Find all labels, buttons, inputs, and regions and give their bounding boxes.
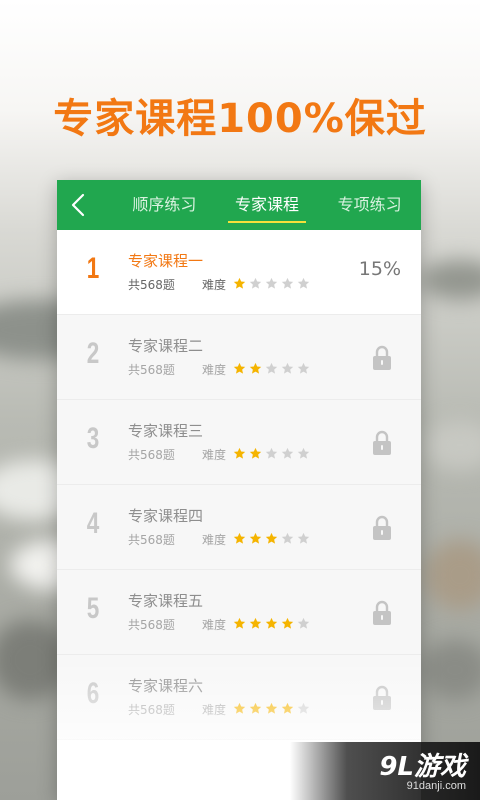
course-number: 6 xyxy=(86,677,100,710)
tab-sequential-practice[interactable]: 顺序练习 xyxy=(113,180,216,230)
star-filled-icon xyxy=(249,447,262,459)
watermark-logo: 9L游戏 xyxy=(379,752,466,782)
course-number: 3 xyxy=(86,422,100,455)
course-row[interactable]: 1 专家课程一 共568题 难度 15% xyxy=(57,230,421,315)
difficulty-rating xyxy=(233,362,310,375)
star-filled-icon xyxy=(265,617,278,629)
star-empty-icon xyxy=(265,447,278,459)
tab-expert-course[interactable]: 专家课程 xyxy=(216,180,319,230)
difficulty-rating xyxy=(233,702,310,715)
lock-icon xyxy=(373,515,391,540)
course-title: 专家课程五 xyxy=(128,592,204,610)
difficulty-rating xyxy=(233,532,310,545)
watermark-url: 91danji.com xyxy=(406,780,466,792)
difficulty-rating xyxy=(233,277,310,290)
progress-percent: 15% xyxy=(358,258,401,280)
question-count: 共568题 xyxy=(128,278,175,292)
lock-icon xyxy=(373,685,391,710)
star-empty-icon xyxy=(297,447,310,459)
course-title: 专家课程三 xyxy=(128,422,204,440)
course-row[interactable]: 2 专家课程二 共568题 难度 xyxy=(57,315,421,400)
star-filled-icon xyxy=(233,277,246,289)
star-filled-icon xyxy=(265,532,278,544)
star-filled-icon xyxy=(265,702,278,714)
difficulty-label: 难度 xyxy=(202,618,227,632)
course-title: 专家课程六 xyxy=(128,677,204,695)
star-filled-icon xyxy=(249,702,262,714)
star-empty-icon xyxy=(297,532,310,544)
star-empty-icon xyxy=(249,277,262,289)
star-empty-icon xyxy=(297,362,310,374)
difficulty-label: 难度 xyxy=(202,448,227,462)
course-row[interactable]: 4 专家课程四 共568题 难度 xyxy=(57,485,421,570)
difficulty-label: 难度 xyxy=(202,363,227,377)
promo-headline: 专家课程100%保过 xyxy=(53,96,427,142)
course-title: 专家课程四 xyxy=(128,507,204,525)
difficulty-label: 难度 xyxy=(202,533,227,547)
star-empty-icon xyxy=(265,277,278,289)
star-empty-icon xyxy=(281,532,294,544)
course-panel: 顺序练习 专家课程 专项练习 1 专家课程一 共568题 难度 15% 2 专家… xyxy=(57,180,421,800)
star-empty-icon xyxy=(297,277,310,289)
lock-icon xyxy=(373,430,391,455)
difficulty-rating xyxy=(233,617,310,630)
difficulty-label: 难度 xyxy=(202,703,227,717)
course-number: 2 xyxy=(86,337,100,370)
star-filled-icon xyxy=(233,532,246,544)
difficulty-rating xyxy=(233,447,310,460)
tab-topic-practice[interactable]: 专项练习 xyxy=(318,180,421,230)
star-filled-icon xyxy=(249,362,262,374)
star-filled-icon xyxy=(233,617,246,629)
star-empty-icon xyxy=(281,362,294,374)
course-list: 1 专家课程一 共568题 难度 15% 2 专家课程二 共568题 难度 3 … xyxy=(57,230,421,740)
tab-bar: 顺序练习 专家课程 专项练习 xyxy=(113,180,421,230)
course-title: 专家课程一 xyxy=(128,252,204,270)
question-count: 共568题 xyxy=(128,448,175,462)
course-row[interactable]: 5 专家课程五 共568题 难度 xyxy=(57,570,421,655)
question-count: 共568题 xyxy=(128,618,175,632)
top-bar: 顺序练习 专家课程 专项练习 xyxy=(57,180,421,230)
difficulty-label: 难度 xyxy=(202,278,227,292)
question-count: 共568题 xyxy=(128,533,175,547)
star-empty-icon xyxy=(297,702,310,714)
chevron-left-icon[interactable] xyxy=(65,191,93,219)
star-empty-icon xyxy=(297,617,310,629)
star-empty-icon xyxy=(281,277,294,289)
star-filled-icon xyxy=(249,617,262,629)
question-count: 共568题 xyxy=(128,703,175,717)
star-filled-icon xyxy=(233,702,246,714)
course-number: 4 xyxy=(86,507,100,540)
star-filled-icon xyxy=(233,362,246,374)
course-number: 1 xyxy=(86,252,100,285)
lock-icon xyxy=(373,345,391,370)
watermark: 9L游戏 91danji.com xyxy=(290,742,480,800)
star-empty-icon xyxy=(281,447,294,459)
course-number: 5 xyxy=(86,592,100,625)
star-filled-icon xyxy=(281,617,294,629)
course-row[interactable]: 3 专家课程三 共568题 难度 xyxy=(57,400,421,485)
star-empty-icon xyxy=(265,362,278,374)
star-filled-icon xyxy=(281,702,294,714)
question-count: 共568题 xyxy=(128,363,175,377)
course-row[interactable]: 6 专家课程六 共568题 难度 xyxy=(57,655,421,740)
lock-icon xyxy=(373,600,391,625)
star-filled-icon xyxy=(233,447,246,459)
course-title: 专家课程二 xyxy=(128,337,204,355)
star-filled-icon xyxy=(249,532,262,544)
